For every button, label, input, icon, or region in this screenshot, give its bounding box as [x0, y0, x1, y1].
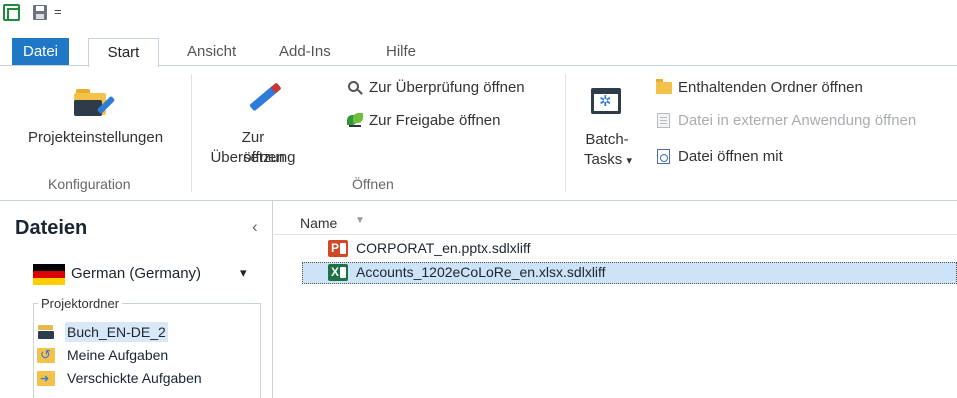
file-row[interactable]: P CORPORAT_en.pptx.sdlxliff	[302, 238, 957, 260]
document-icon	[656, 113, 672, 129]
batch-tasks-label-line2: Tasks	[583, 151, 623, 168]
tab-hilfe[interactable]: Hilfe	[376, 38, 426, 66]
open-for-signoff-button[interactable]: Zur Freigabe öffnen	[347, 110, 527, 132]
open-containing-folder-label: Enthaltenden Ordner öffnen	[678, 79, 863, 96]
ribbon-tabs: Datei Start Ansicht Add-Ins Hilfe	[0, 26, 957, 67]
open-file-with-button[interactable]: Datei öffnen mit	[656, 146, 816, 168]
group-label-konfiguration: Konfiguration	[48, 176, 131, 192]
open-with-icon	[656, 149, 672, 165]
sort-arrow-icon[interactable]: ▼	[355, 215, 365, 226]
file-name: Accounts_1202eCoLoRe_en.xlsx.sdlxliff	[356, 264, 606, 280]
open-for-review-button[interactable]: Zur Überprüfung öffnen	[347, 77, 557, 99]
signoff-icon	[347, 113, 363, 129]
files-navigation-panel: Dateien ‹ German (Germany) ▾ Projektordn…	[0, 201, 273, 398]
ribbon: Projekteinstellungen Konfiguration Zur Ü…	[0, 65, 957, 201]
save-icon[interactable]	[33, 5, 47, 20]
folder-item-label: Buch_EN-DE_2	[65, 322, 168, 342]
my-tasks-icon	[37, 345, 55, 365]
chevron-down-icon: ▾	[626, 155, 633, 167]
translate-label-line2: öffnen	[243, 149, 285, 166]
folder-item-label: Verschickte Aufgaben	[67, 370, 202, 386]
chevron-down-icon: ▾	[240, 265, 247, 280]
tab-start[interactable]: Start	[88, 38, 159, 67]
german-flag-icon	[33, 264, 65, 285]
folder-item-buch-en-de-2[interactable]: Buch_EN-DE_2	[37, 322, 237, 342]
project-icon	[37, 325, 55, 340]
excel-icon: X	[328, 264, 348, 281]
file-list-header: Name ▼	[274, 209, 957, 235]
ribbon-separator	[565, 74, 566, 192]
tab-ansicht[interactable]: Ansicht	[177, 38, 246, 66]
open-containing-folder-button[interactable]: Enthaltenden Ordner öffnen	[656, 77, 896, 99]
pencil-icon	[244, 82, 284, 112]
folder-open-icon	[656, 79, 672, 96]
folder-item-label: Meine Aufgaben	[67, 347, 169, 363]
batch-tasks-icon	[591, 88, 621, 114]
project-settings-button[interactable]: Projekteinstellungen	[18, 74, 173, 166]
open-in-external-app-label: Datei in externer Anwendung öffnen	[678, 112, 917, 129]
quick-access-toolbar: =	[0, 0, 957, 26]
sent-tasks-icon	[37, 369, 55, 389]
batch-tasks-label-line1: Batch-	[585, 131, 629, 148]
language-select-value: German (Germany)	[71, 265, 202, 282]
project-settings-icon	[74, 88, 116, 118]
file-name: CORPORAT_en.pptx.sdlxliff	[356, 240, 531, 256]
folder-item-meine-aufgaben[interactable]: Meine Aufgaben	[37, 345, 237, 365]
collapse-panel-icon[interactable]: ‹	[252, 217, 258, 237]
file-list: Name ▼ P CORPORAT_en.pptx.sdlxliff X Acc…	[274, 201, 957, 398]
open-for-translation-button[interactable]: Zur Übersetzung öffnen	[198, 74, 308, 168]
app-logo-icon[interactable]	[3, 4, 20, 21]
language-select[interactable]: German (Germany) ▾	[31, 261, 258, 289]
group-label-oeffnen: Öffnen	[352, 176, 394, 192]
open-file-with-label: Datei öffnen mit	[678, 148, 783, 165]
tab-add-ins[interactable]: Add-Ins	[269, 38, 341, 66]
project-folder-label: Projektordner	[38, 296, 123, 311]
folder-item-verschickte-aufgaben[interactable]: Verschickte Aufgaben	[37, 368, 247, 389]
powerpoint-icon: P	[328, 240, 348, 257]
panel-title: Dateien	[15, 217, 88, 239]
ribbon-separator	[191, 74, 192, 192]
project-settings-label: Projekteinstellungen	[27, 129, 164, 146]
column-header-name[interactable]: Name	[300, 215, 337, 231]
open-for-review-label: Zur Überprüfung öffnen	[369, 79, 525, 96]
file-row-selected[interactable]: X Accounts_1202eCoLoRe_en.xlsx.sdlxliff	[302, 262, 957, 284]
customize-toolbar-icon[interactable]: =	[54, 2, 62, 22]
tab-datei[interactable]: Datei	[12, 38, 69, 65]
open-in-external-app-button[interactable]: Datei in externer Anwendung öffnen	[656, 110, 956, 132]
batch-tasks-button[interactable]: Batch- Tasks ▾	[574, 74, 640, 178]
search-icon	[347, 80, 363, 96]
open-for-signoff-label: Zur Freigabe öffnen	[369, 112, 501, 129]
